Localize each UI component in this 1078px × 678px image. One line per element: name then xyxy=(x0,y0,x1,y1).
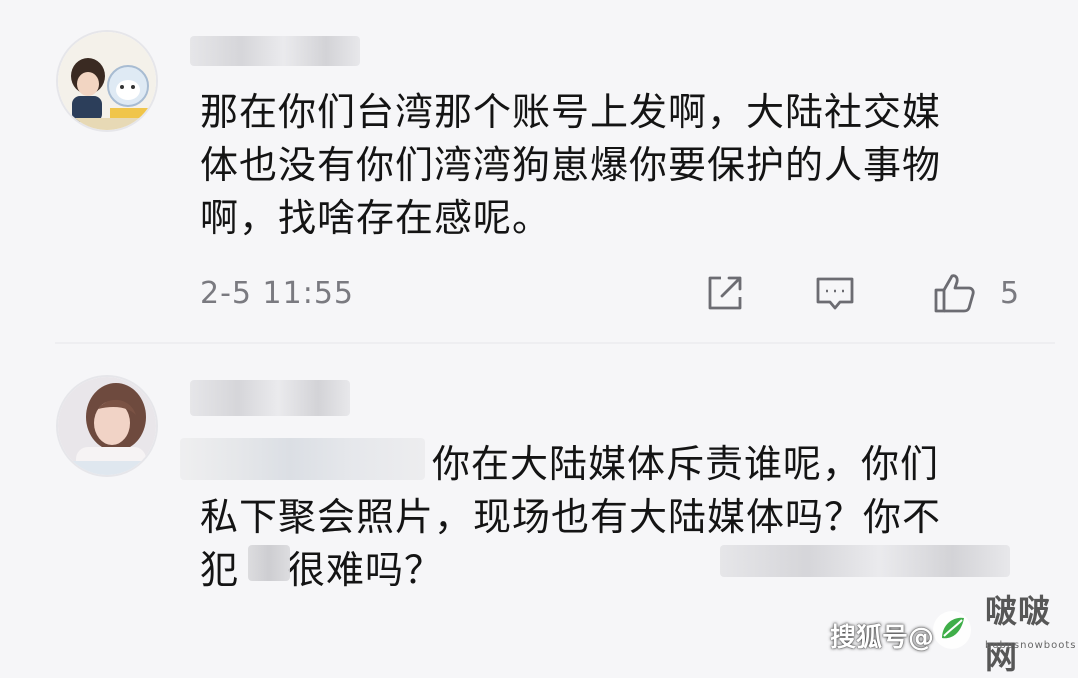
divider xyxy=(55,342,1055,344)
watermark-site-name: 啵啵网 xyxy=(985,592,1052,676)
avatar-illustration xyxy=(58,32,156,130)
thumbs-up-icon xyxy=(934,274,975,313)
avatar[interactable] xyxy=(56,30,158,132)
comment-body: 那在你们台湾那个账号上发啊，大陆社交媒 体也没有你们湾湾狗崽爆你要保护的人事物 … xyxy=(200,86,1040,245)
username-blurred[interactable] xyxy=(190,36,360,66)
reply-info-blurred xyxy=(720,545,1010,577)
comment-line-text: 犯 xyxy=(200,548,240,592)
comment-icon xyxy=(816,277,854,310)
comment-line: 你在大陆媒体斥责谁呢，你们 xyxy=(200,438,1040,491)
comment-line-text: 很难吗？ xyxy=(287,548,444,592)
reply-button[interactable] xyxy=(810,268,860,318)
username-blurred[interactable] xyxy=(190,380,350,416)
share-icon xyxy=(708,276,742,310)
avatar[interactable] xyxy=(56,375,158,477)
comment-card: 那在你们台湾那个账号上发啊，大陆社交媒 体也没有你们湾湾狗崽爆你要保护的人事物 … xyxy=(0,0,1078,345)
like-button[interactable] xyxy=(930,268,980,318)
watermark-platform: 搜狐号@ xyxy=(830,623,935,653)
comment-line-text: 你在大陆媒体斥责谁呢，你们 xyxy=(432,442,940,486)
like-count: 5 xyxy=(1000,276,1020,311)
comment-line: 体也没有你们湾湾狗崽爆你要保护的人事物 xyxy=(200,143,942,187)
comment-line: 私下聚会照片，现场也有大陆媒体吗？你不 xyxy=(200,495,942,539)
avatar-photo xyxy=(58,377,156,475)
comment-line: 啊，找啥存在感呢。 xyxy=(200,196,552,240)
timestamp: 2-5 11:55 xyxy=(200,276,354,311)
watermark-logo-icon xyxy=(933,611,971,649)
share-button[interactable] xyxy=(700,268,750,318)
word-blurred xyxy=(248,545,290,581)
comment-line: 那在你们台湾那个账号上发啊，大陆社交媒 xyxy=(200,90,942,134)
watermark-site-sub: bobosnowboots xyxy=(985,640,1077,651)
